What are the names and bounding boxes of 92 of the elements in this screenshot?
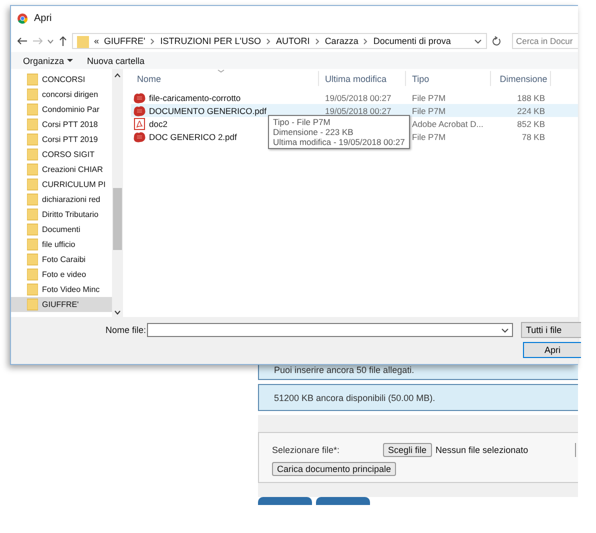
folder-item[interactable]: Creazioni CHIAR — [23, 162, 112, 177]
column-header[interactable]: Tipo — [406, 71, 491, 86]
modified-date: 19/05/2018 00:27 — [325, 106, 392, 116]
tooltip-line: Ultima modifica - 19/05/2018 00:27 — [273, 137, 405, 147]
seal-file-icon — [133, 130, 146, 142]
folder-item[interactable]: dichiarazioni red — [23, 192, 112, 207]
file-size: 78 KB — [522, 132, 545, 142]
no-file-text: Nessun file selezionato — [436, 445, 528, 455]
breadcrumb-item[interactable]: Documenti di prova — [373, 36, 451, 46]
folder-icon — [27, 178, 38, 191]
chevron-right-icon — [266, 38, 271, 44]
folder-icon — [27, 193, 38, 206]
modified-date: 19/05/2018 00:27 — [325, 92, 392, 102]
folder-item[interactable]: Condominio Par — [23, 102, 112, 117]
tooltip-line: Tipo - File P7M — [273, 117, 332, 127]
caret-icon — [67, 59, 74, 62]
up-arrow-icon — [58, 36, 68, 46]
folder-icon — [27, 253, 38, 266]
folder-icon — [27, 268, 38, 281]
search-field[interactable]: Cerca in Docur — [512, 33, 578, 49]
folder-icon — [27, 103, 38, 116]
breadcrumb-item[interactable]: AUTORI — [276, 36, 310, 46]
folder-item[interactable]: Foto Video Minc — [23, 282, 112, 297]
folder-item[interactable]: CONCORSI — [23, 72, 112, 87]
refresh-icon — [491, 36, 502, 46]
open-button[interactable]: Apri — [523, 342, 581, 358]
column-header[interactable]: Ultima modifica — [319, 71, 406, 86]
folder-item[interactable]: Corsi PTT 2019 — [23, 132, 112, 147]
chevron-right-icon — [363, 38, 368, 44]
folder-icon — [27, 133, 38, 146]
folder-icon — [27, 88, 38, 101]
breadcrumb-item[interactable]: ISTRUZIONI PER L'USO — [160, 36, 261, 46]
filename-label: Nome file: — [105, 325, 146, 335]
forward-arrow-icon — [32, 36, 43, 46]
folder-icon — [27, 163, 38, 176]
breadcrumb-item[interactable]: GIUFFRE' — [104, 36, 146, 46]
folder-icon — [77, 34, 89, 48]
folder-item[interactable]: file ufficio — [23, 237, 112, 252]
folder-item[interactable]: Foto Caraibi — [23, 252, 112, 267]
seal-file-icon — [133, 92, 146, 104]
chevron-right-icon — [150, 38, 156, 44]
file-size: 852 KB — [517, 118, 545, 128]
file-type-dropdown[interactable]: Tutti i file — [521, 322, 581, 338]
folder-icon — [27, 148, 38, 161]
folder-icon — [27, 298, 38, 311]
file-name[interactable]: DOCUMENTO GENERICO.pdf — [149, 106, 266, 116]
folder-item[interactable]: CURRICULUM PI — [23, 177, 112, 192]
chevron-right-icon — [314, 38, 320, 44]
overflow-chevron[interactable]: « — [94, 36, 100, 46]
folder-item[interactable]: Corsi PTT 2018 — [23, 117, 112, 132]
back-arrow-icon — [17, 36, 28, 46]
folder-item[interactable]: Diritto Tributario — [23, 207, 112, 222]
file-type: File P7M — [412, 132, 446, 142]
folder-icon — [27, 73, 38, 86]
folder-icon — [27, 238, 38, 251]
tooltip-line: Dimensione - 223 KB — [273, 127, 354, 137]
upload-button[interactable]: Carica documento principale — [272, 462, 396, 476]
column-header[interactable]: Dimensione — [491, 71, 551, 86]
address-bar[interactable]: « GIUFFRE' ISTRUZIONI PER L'USO AUTORI Carazza Documenti di prova — [72, 33, 487, 49]
folder-item[interactable]: GIUFFRE' — [11, 297, 112, 312]
file-type: File P7M — [412, 92, 446, 102]
folder-icon — [27, 118, 38, 131]
file-type: Adobe Acrobat D... — [412, 118, 484, 128]
seal-file-icon — [133, 104, 146, 116]
folder-item[interactable]: concorsi dirigen — [23, 87, 112, 102]
folder-icon — [27, 283, 38, 296]
file-size: 224 KB — [517, 106, 545, 116]
info-notice: 51200 KB ancora disponibili (50.00 MB). — [258, 384, 578, 411]
folder-item[interactable]: Foto e video — [23, 267, 112, 282]
chevron-down-icon — [501, 328, 509, 332]
field-label: Selezionare file*: — [272, 445, 341, 455]
file-name[interactable]: DOC GENERICO 2.pdf — [149, 132, 237, 142]
file-name[interactable]: file-caricamento-corrotto — [149, 92, 241, 102]
new-folder-button[interactable]: Nuova cartella — [87, 56, 145, 66]
window-title: Apri — [34, 12, 52, 24]
chevron-down-icon — [474, 38, 482, 44]
file-type: File P7M — [412, 106, 446, 116]
folder-icon — [27, 208, 38, 221]
breadcrumb-item[interactable]: Carazza — [324, 36, 358, 46]
folder-item[interactable]: CORSO SIGIT — [23, 147, 112, 162]
app-icon — [17, 12, 28, 24]
choose-file-button[interactable]: Scegli file — [383, 443, 432, 457]
folder-item[interactable]: Documenti — [23, 222, 112, 237]
chevron-down-icon — [47, 38, 54, 44]
filename-field[interactable] — [147, 323, 513, 337]
column-header[interactable]: Nome — [131, 71, 319, 86]
file-name[interactable]: doc2 — [149, 118, 168, 128]
pdf-file-icon — [133, 118, 146, 130]
folder-icon — [27, 223, 38, 236]
file-size: 188 KB — [517, 92, 545, 102]
sort-chevron-icon — [217, 69, 225, 73]
organize-menu[interactable]: Organizza — [23, 56, 74, 66]
